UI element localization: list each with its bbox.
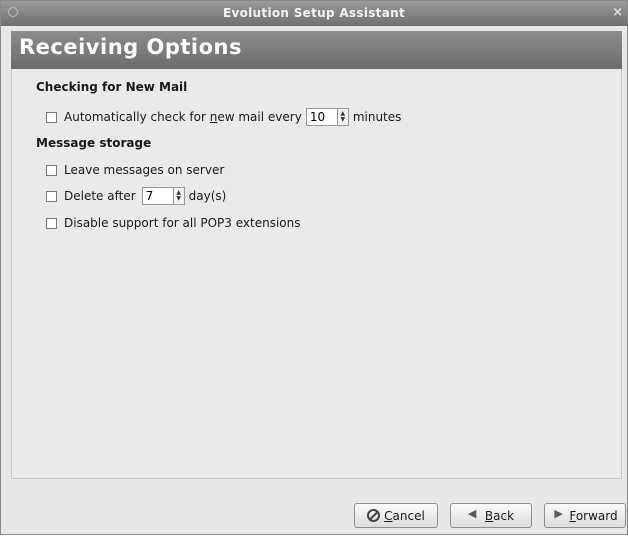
auto-check-row: Automatically check for new mail every ▲… xyxy=(46,107,401,127)
forward-arrow-icon xyxy=(552,507,565,522)
leave-on-server-label[interactable]: Leave messages on server xyxy=(64,163,224,177)
check-interval-stepper[interactable]: ▲ ▼ xyxy=(337,108,349,126)
page-header: Receiving Options xyxy=(11,31,622,69)
delete-days-input[interactable] xyxy=(141,187,174,205)
back-mnemonic: B xyxy=(484,508,494,523)
back-button-label: Back xyxy=(485,509,514,523)
title-bar[interactable]: Evolution Setup Assistant × xyxy=(1,1,627,26)
disable-pop3-label[interactable]: Disable support for all POP3 extensions xyxy=(64,216,300,230)
section-title-checking: Checking for New Mail xyxy=(36,80,188,94)
disable-pop3-checkbox[interactable] xyxy=(46,217,57,229)
disable-pop3-row: Disable support for all POP3 extensions xyxy=(46,213,300,233)
delete-days-stepper[interactable]: ▲ ▼ xyxy=(173,187,185,205)
close-icon[interactable]: × xyxy=(612,5,623,20)
spin-down-icon[interactable]: ▼ xyxy=(176,196,181,202)
page-title: Receiving Options xyxy=(19,35,242,59)
delete-days-spinner: ▲ ▼ xyxy=(141,186,185,206)
delete-after-checkbox[interactable] xyxy=(46,190,57,202)
check-interval-spinner: ▲ ▼ xyxy=(305,107,349,127)
button-bar: Cancel Back Forward xyxy=(1,496,627,536)
cancel-mnemonic: C xyxy=(384,508,393,523)
check-interval-input[interactable] xyxy=(305,108,338,126)
back-arrow-icon xyxy=(468,507,481,522)
cancel-icon xyxy=(367,509,381,522)
forward-button[interactable]: Forward xyxy=(544,503,626,528)
check-interval-unit: minutes xyxy=(352,110,402,124)
auto-check-checkbox[interactable] xyxy=(46,111,57,123)
cancel-button[interactable]: Cancel xyxy=(354,503,438,528)
auto-check-label[interactable]: Automatically check for new mail every xyxy=(64,110,302,124)
delete-after-row: Delete after ▲ ▼ day(s) xyxy=(46,186,226,206)
auto-check-label-part2: ew mail every xyxy=(217,110,302,124)
leave-on-server-checkbox[interactable] xyxy=(46,164,57,176)
setup-assistant-window: Evolution Setup Assistant × Receiving Op… xyxy=(0,0,628,535)
delete-after-label[interactable]: Delete after xyxy=(64,189,136,203)
forward-button-label: Forward xyxy=(569,509,617,523)
spin-down-icon[interactable]: ▼ xyxy=(341,117,346,123)
cancel-button-label: Cancel xyxy=(384,509,425,523)
forward-label-rest: orward xyxy=(575,508,618,523)
back-button[interactable]: Back xyxy=(450,503,532,528)
cancel-label-rest: ancel xyxy=(392,508,425,523)
content-area: Checking for New Mail Automatically chec… xyxy=(11,69,622,479)
auto-check-label-part1: Automatically check for xyxy=(64,110,210,124)
leave-on-server-row: Leave messages on server xyxy=(46,160,224,180)
window-title: Evolution Setup Assistant xyxy=(222,6,405,20)
section-title-storage: Message storage xyxy=(36,136,152,150)
delete-days-unit: day(s) xyxy=(188,189,227,203)
back-label-rest: ack xyxy=(493,508,515,523)
